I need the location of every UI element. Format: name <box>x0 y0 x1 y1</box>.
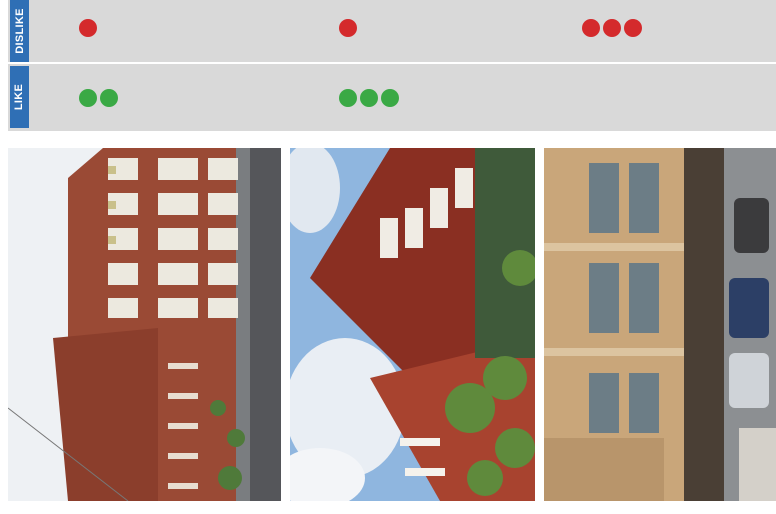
townhouses-image <box>290 148 535 501</box>
dislike-vote-dot <box>603 19 621 37</box>
photo-2[interactable] <box>290 148 535 501</box>
dislike-vote-dot <box>582 19 600 37</box>
dislike-dots-photo-3 <box>582 19 642 37</box>
dislike-dots-photo-1 <box>79 19 97 37</box>
like-dots-photo-2 <box>339 89 399 107</box>
dislike-dots-photo-2 <box>339 19 357 37</box>
dislike-row: DISLIKE <box>8 0 776 62</box>
dislike-label-tab: DISLIKE <box>10 0 29 62</box>
brick-building-image <box>8 148 281 501</box>
like-vote-dot <box>79 89 97 107</box>
dislike-vote-dot <box>79 19 97 37</box>
like-label: LIKE <box>13 83 26 111</box>
like-vote-dot <box>360 89 378 107</box>
dislike-label: DISLIKE <box>13 8 26 54</box>
photo-1[interactable] <box>8 148 281 501</box>
like-dots-photo-1 <box>79 89 118 107</box>
dislike-vote-dot <box>339 19 357 37</box>
dislike-vote-dot <box>624 19 642 37</box>
like-vote-dot <box>339 89 357 107</box>
mixed-use-street-image <box>544 148 776 501</box>
like-label-tab: LIKE <box>10 66 29 128</box>
like-vote-dot <box>381 89 399 107</box>
like-vote-dot <box>100 89 118 107</box>
photo-3[interactable] <box>544 148 776 501</box>
